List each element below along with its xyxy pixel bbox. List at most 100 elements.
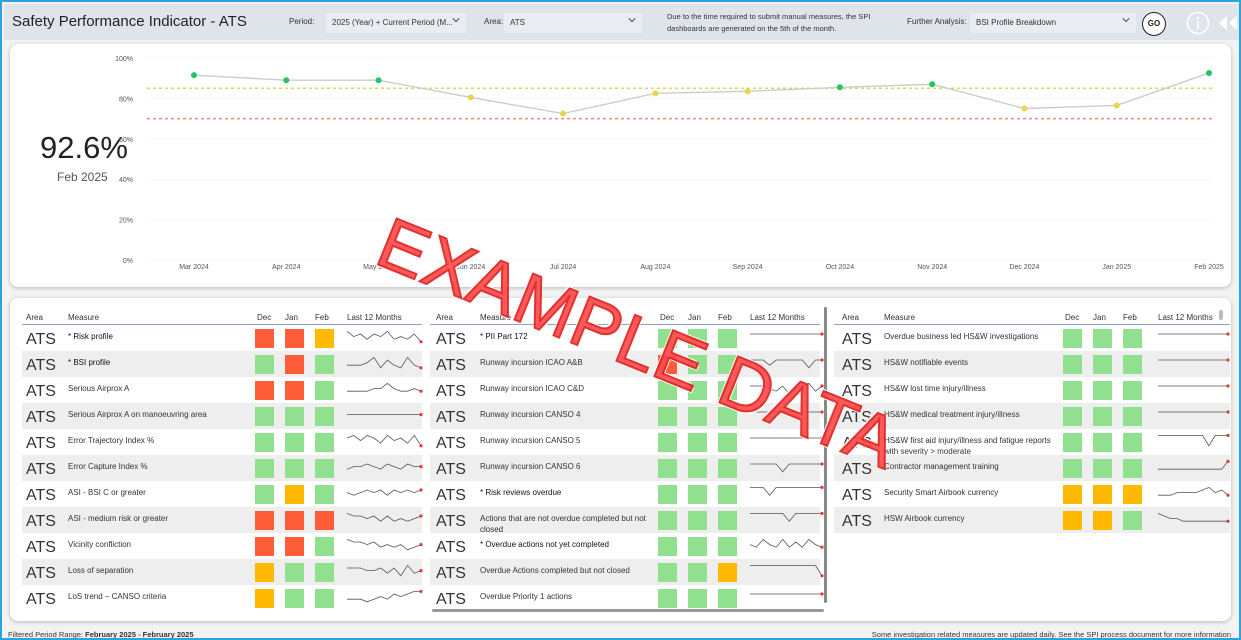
status-cell-jan (688, 459, 707, 478)
status-cell-jan (285, 537, 304, 556)
row-measure: Overdue business led HS&W investigations (884, 332, 1039, 341)
header-measure[interactable]: Measure (68, 313, 99, 322)
status-cell-dec (255, 485, 274, 504)
row-area: ATS (436, 565, 466, 582)
data-point (929, 81, 936, 88)
table3-scroll-thumb[interactable] (1219, 310, 1223, 320)
table-row[interactable]: ATS LoS trend – CANSO criteria (22, 585, 423, 611)
table-row[interactable]: ATS Serious Airprox A on manoeuvring area (22, 403, 423, 429)
row-area: ATS (436, 357, 466, 374)
sparkline-last-point (1226, 410, 1230, 414)
sparkline-path (347, 564, 422, 577)
row-measure: ASI - BSI C or greater (68, 488, 146, 497)
header-feb[interactable]: Feb (315, 313, 329, 322)
header-area[interactable]: Area (842, 313, 859, 322)
header-bar: Safety Performance Indicator - ATS Perio… (4, 4, 1239, 40)
back-arrow-icon[interactable] (1217, 14, 1239, 32)
status-cell-jan (1093, 485, 1112, 504)
table2-horizontal-scrollbar[interactable] (432, 609, 824, 612)
further-analysis-value: BSI Profile Breakdown (976, 18, 1057, 27)
row-area: ATS (26, 383, 56, 400)
status-cell-dec (255, 381, 274, 400)
status-cell-jan (1093, 329, 1112, 348)
table-row[interactable]: ATS Vicinity confliction (22, 533, 423, 559)
sparkline-last-12-months (1158, 358, 1230, 362)
header-area[interactable]: Area (436, 313, 453, 322)
table-row[interactable]: ATS HS&W lost time injury/illness (834, 377, 1230, 403)
table-row[interactable]: ATS Loss of separation (22, 559, 423, 585)
header-dec[interactable]: Dec (257, 313, 271, 322)
row-measure: HS&W first aid injury/illness and fatigu… (884, 436, 1051, 456)
x-tick-label: Jan 2025 (1102, 264, 1131, 271)
header-feb[interactable]: Feb (718, 313, 732, 322)
sparkline-path (1158, 435, 1228, 447)
table-row[interactable]: ATS * Risk reviews overdue (430, 481, 824, 507)
table-row[interactable]: ATS ASI - medium risk or greater (22, 507, 423, 533)
row-measure: Serious Airprox A on manoeuvring area (68, 410, 207, 419)
table-row[interactable]: ATS Error Trajectory Index % (22, 429, 423, 455)
status-cell-feb (1123, 511, 1142, 530)
table-row[interactable]: ATS Overdue business led HS&W investigati… (834, 325, 1230, 351)
header-feb[interactable]: Feb (1123, 313, 1137, 322)
sparkline-last-point (419, 340, 423, 344)
table-row[interactable]: ATS * BSI profile (22, 351, 423, 377)
x-tick-label: Dec 2024 (1009, 264, 1039, 271)
sparkline-last-12-months (347, 564, 423, 577)
table-row[interactable]: ATS Contractor management training (834, 455, 1230, 481)
row-measure: Vicinity confliction (68, 540, 131, 549)
header-last-12-months[interactable]: Last 12 Months (750, 313, 805, 322)
table-row[interactable]: ATS HSW Airbook currency (834, 507, 1230, 533)
row-area: ATS (26, 357, 56, 374)
status-cell-feb (718, 537, 737, 556)
table-row[interactable]: ATS * Risk profile (22, 325, 423, 351)
sparkline-last-12-months (749, 538, 824, 549)
info-icon[interactable] (1186, 11, 1210, 35)
table-row[interactable]: ATS Overdue Priority 1 actions (430, 585, 824, 611)
header-last-12-months[interactable]: Last 12 Months (1158, 313, 1213, 322)
sparkline-last-12-months (750, 592, 824, 596)
sparkline-last-12-months (1158, 384, 1230, 388)
table-row[interactable]: ATS * Overdue actions not yet completed (430, 533, 824, 559)
status-cell-feb (1123, 407, 1142, 426)
header-jan[interactable]: Jan (285, 313, 298, 322)
row-area: ATS (26, 591, 56, 608)
sparkline-last-point (419, 589, 423, 593)
status-cell-dec (658, 537, 677, 556)
row-measure: * Risk profile (68, 332, 113, 341)
x-tick-label: Oct 2024 (826, 264, 855, 271)
y-tick-label: 80% (119, 96, 133, 103)
go-button[interactable]: GO (1142, 12, 1166, 36)
header-dec[interactable]: Dec (1065, 313, 1079, 322)
table-row[interactable]: ATS ASI - BSI C or greater (22, 481, 423, 507)
table-row[interactable]: ATS Overdue Actions completed but not clo… (430, 559, 824, 585)
row-area: ATS (842, 487, 872, 504)
table-row[interactable]: ATS Runway incursion CANSO 6 (430, 455, 824, 481)
period-dropdown[interactable]: 2025 (Year) + Current Period (M... (326, 13, 466, 33)
status-cell-dec (255, 407, 274, 426)
status-cell-dec (255, 511, 274, 530)
further-analysis-dropdown[interactable]: BSI Profile Breakdown (970, 13, 1136, 33)
row-area: ATS (26, 461, 56, 478)
status-cell-jan (285, 485, 304, 504)
table-row[interactable]: ATS Actions that are not overdue complete… (430, 507, 824, 534)
status-cell-dec (658, 459, 677, 478)
x-tick-label: Aug 2024 (640, 264, 670, 271)
row-measure: * Risk reviews overdue (480, 488, 562, 497)
y-tick-label: 100% (115, 56, 133, 63)
header-area[interactable]: Area (26, 313, 43, 322)
sparkline-last-12-months (347, 356, 423, 370)
header-last-12-months[interactable]: Last 12 Months (347, 313, 402, 322)
status-cell-feb (718, 511, 737, 530)
data-point (1113, 102, 1120, 109)
table-row[interactable]: ATS Error Capture Index % (22, 455, 423, 481)
row-area: ATS (842, 357, 872, 374)
row-area: ATS (436, 435, 466, 452)
area-dropdown[interactable]: ATS (504, 13, 642, 33)
sparkline-last-point (419, 488, 423, 492)
table-row[interactable]: ATS Serious Airprox A (22, 377, 423, 403)
table-row[interactable]: ATS HS&W notifiable events (834, 351, 1230, 377)
table-row[interactable]: ATS Security Smart Airbook currency (834, 481, 1230, 507)
header-measure[interactable]: Measure (884, 313, 915, 322)
period-label: Period: (289, 17, 315, 26)
header-jan[interactable]: Jan (1093, 313, 1106, 322)
